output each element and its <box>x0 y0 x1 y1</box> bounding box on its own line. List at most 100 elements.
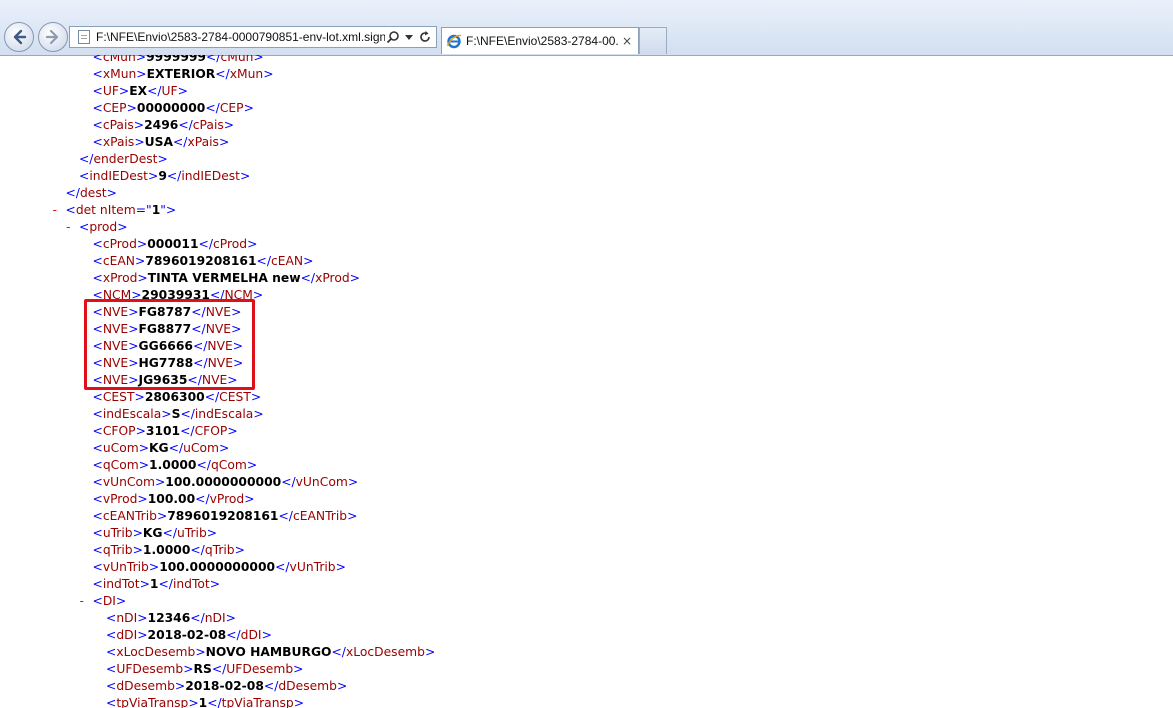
element-value: USA <box>144 135 173 149</box>
bracket: < <box>92 407 103 421</box>
tag-name: xMun <box>229 67 264 81</box>
xml-line: <cMun>9999999</cMun> <box>93 55 264 66</box>
bracket: > <box>136 67 147 81</box>
close-icon[interactable]: × <box>619 33 635 49</box>
collapse-toggle[interactable]: - <box>66 219 70 236</box>
xml-line: <CFOP>3101</CFOP> <box>93 423 238 440</box>
tag-name: qCom <box>102 458 139 472</box>
bracket: > <box>253 407 264 421</box>
xml-line[interactable]: - <prod> <box>66 219 128 236</box>
tag-name: CFOP <box>194 424 228 438</box>
bracket: < <box>65 203 76 217</box>
xml-line: <cEANTrib>7896019208161</cEANTrib> <box>93 508 358 525</box>
xml-line: <dDesemb>2018-02-08</dDesemb> <box>106 678 347 695</box>
attr-value: 1 <box>151 203 161 217</box>
element-value: 7896019208161 <box>145 254 257 268</box>
bracket: < <box>79 169 90 183</box>
bracket: > <box>137 628 148 642</box>
address-bar[interactable]: F:\NFE\Envio\2583-2784-0000790851-env-lo… <box>69 26 437 48</box>
bracket: > <box>138 458 150 472</box>
bracket: > <box>347 509 358 523</box>
xml-line: <CEST>2806300</CEST> <box>93 389 262 406</box>
xml-line: <dDI>2018-02-08</dDI> <box>106 627 272 644</box>
bracket: > <box>243 101 254 115</box>
bracket: > <box>133 118 145 132</box>
xml-line: <vProd>100.00</vProd> <box>93 491 255 508</box>
tag-name: cPais <box>192 118 224 132</box>
element-value: 7896019208161 <box>167 509 279 523</box>
element-value: 2806300 <box>144 390 205 404</box>
new-tab-button[interactable] <box>639 27 667 54</box>
xml-line: <xPais>USA</xPais> <box>93 134 230 151</box>
tab-active[interactable]: F:\NFE\Envio\2583-2784-00... × <box>441 27 639 54</box>
bracket: < <box>92 441 103 455</box>
tag-name: CEP <box>102 101 127 115</box>
xml-line[interactable]: - <DI> <box>80 593 127 610</box>
tag-name: vProd <box>102 492 138 506</box>
tag-name: vProd <box>209 492 245 506</box>
tag-name: UF <box>102 84 119 98</box>
tag-name: xLocDesemb <box>116 645 196 659</box>
bracket: </ <box>204 390 220 404</box>
collapse-toggle[interactable]: - <box>53 202 57 219</box>
refresh-icon[interactable] <box>417 29 433 45</box>
back-button[interactable] <box>4 22 34 52</box>
element-value: KG <box>149 441 169 455</box>
xml-line: <tpViaTransp>1</tpViaTransp> <box>106 695 304 708</box>
bracket: < <box>106 628 117 642</box>
bracket: < <box>92 271 103 285</box>
collapse-toggle[interactable]: - <box>80 593 84 610</box>
tag-name: xProd <box>102 271 138 285</box>
search-icon[interactable] <box>385 29 401 45</box>
tag-name: qCom <box>210 458 247 472</box>
bracket: > <box>161 407 172 421</box>
bracket: < <box>106 611 117 625</box>
element-value: NOVO HAMBURGO <box>205 645 332 659</box>
xml-line: <nDI>12346</nDI> <box>106 610 236 627</box>
xml-line[interactable]: - <det nItem="1"> <box>53 202 177 219</box>
tag-name: cMun <box>220 55 254 64</box>
bracket: > <box>347 475 359 489</box>
tag-name: dest <box>79 186 107 200</box>
bracket: </ <box>205 101 220 115</box>
tag-name: DI <box>102 594 116 608</box>
tag-name: tpViaTransp <box>221 696 294 708</box>
bracket: > <box>218 135 230 149</box>
tag-name: cMun <box>102 55 136 64</box>
bracket: </ <box>166 169 182 183</box>
bracket: > <box>188 696 199 708</box>
tag-name: indEscala <box>102 407 162 421</box>
bracket: </ <box>198 237 213 251</box>
tag-name: indTot <box>102 577 140 591</box>
address-url[interactable]: F:\NFE\Envio\2583-2784-0000790851-env-lo… <box>96 30 385 44</box>
tag-name: vUnCom <box>102 475 155 489</box>
bracket: < <box>92 84 103 98</box>
element-value: 000011 <box>147 237 199 251</box>
bracket: < <box>92 237 103 251</box>
tag-name: cEAN <box>270 254 304 268</box>
xml-line: <indEscala>S</indEscala> <box>93 406 264 423</box>
bracket: < <box>92 526 103 540</box>
bracket: < <box>92 118 103 132</box>
forward-button[interactable] <box>38 22 68 52</box>
tag-name: uCom <box>183 441 219 455</box>
bracket: < <box>106 662 117 676</box>
tag-name: uTrib <box>102 526 133 540</box>
bracket: > <box>117 220 128 234</box>
bracket: </ <box>207 696 222 708</box>
bracket: > <box>424 645 436 659</box>
tag-name: UFDesemb <box>116 662 184 676</box>
tag-name: xPais <box>102 135 135 149</box>
xml-line: <vUnCom>100.0000000000</vUnCom> <box>93 474 359 491</box>
tag-name: nDI <box>204 611 226 625</box>
bracket: > <box>177 84 188 98</box>
xml-line: <uTrib>KG</uTrib> <box>93 525 218 542</box>
bracket: > <box>240 169 251 183</box>
page-icon <box>78 30 90 44</box>
tag-name: prod <box>89 220 118 234</box>
dropdown-icon[interactable] <box>401 29 417 45</box>
tag-name: dDesemb <box>116 679 175 693</box>
tag-name: uCom <box>102 441 139 455</box>
bracket: </ <box>281 475 296 489</box>
bracket: > <box>137 611 148 625</box>
